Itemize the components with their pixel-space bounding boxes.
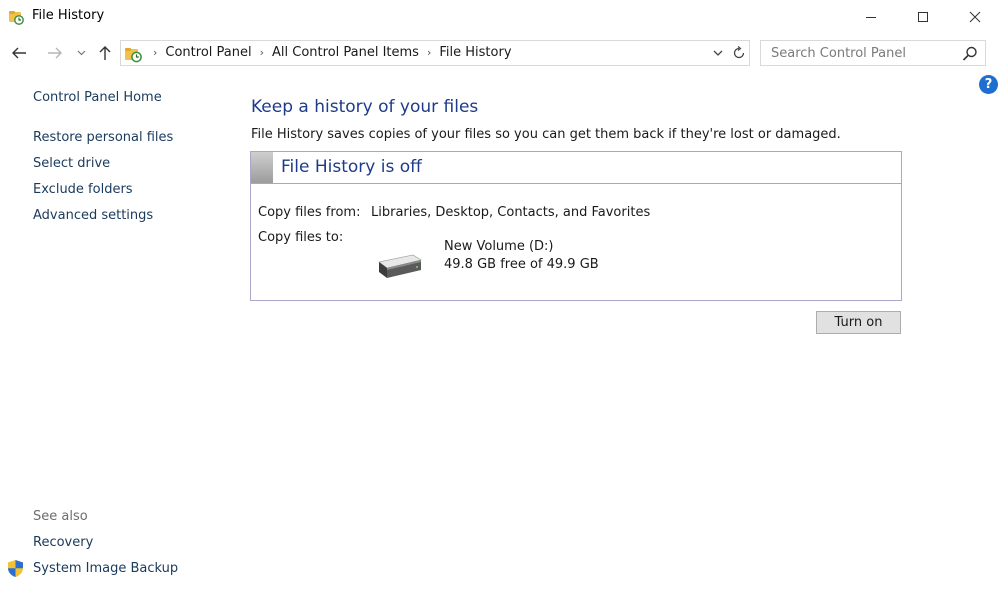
refresh-button[interactable] <box>730 44 748 62</box>
chevron-down-icon <box>77 50 85 56</box>
back-button[interactable] <box>8 42 30 64</box>
address-bar[interactable]: › Control Panel › All Control Panel Item… <box>120 40 750 66</box>
copy-from-value: Libraries, Desktop, Contacts, and Favori… <box>371 205 651 220</box>
see-also-link-system-image-backup[interactable]: System Image Backup <box>33 561 178 576</box>
maximize-icon <box>918 11 928 22</box>
sidebar-link-advanced-settings[interactable]: Advanced settings <box>33 208 153 223</box>
arrow-left-icon <box>12 47 26 59</box>
sidebar-link-exclude-folders[interactable]: Exclude folders <box>33 182 133 197</box>
chevron-down-icon <box>713 50 723 56</box>
up-button[interactable] <box>95 42 115 64</box>
refresh-icon <box>733 46 745 59</box>
minimize-icon <box>866 16 876 18</box>
drive-name: New Volume (D:) <box>444 239 554 254</box>
see-also-link-recovery[interactable]: Recovery <box>33 535 93 550</box>
arrow-right-icon <box>48 47 62 59</box>
maximize-button[interactable] <box>900 0 946 33</box>
forward-button[interactable] <box>44 42 66 64</box>
search-box[interactable] <box>760 40 986 66</box>
copy-to-label: Copy files to: <box>258 230 344 245</box>
status-title: File History is off <box>281 157 422 177</box>
search-input[interactable] <box>761 41 957 65</box>
see-also-heading: See also <box>33 509 88 524</box>
breadcrumb-separator[interactable]: › <box>427 46 431 59</box>
sidebar-link-restore-personal-files[interactable]: Restore personal files <box>33 130 173 145</box>
recent-locations-button[interactable] <box>74 42 88 64</box>
title-bar: File History <box>0 0 1000 33</box>
status-indicator <box>251 152 273 183</box>
search-icon[interactable] <box>961 45 979 63</box>
address-dropdown-button[interactable] <box>711 46 725 60</box>
breadcrumb-separator[interactable]: › <box>260 46 264 59</box>
breadcrumb-item-control-panel[interactable]: Control Panel <box>165 45 251 60</box>
page-description: File History saves copies of your files … <box>251 127 841 142</box>
window-title: File History <box>32 8 105 23</box>
file-history-icon <box>125 48 142 63</box>
drive-free-space: 49.8 GB free of 49.9 GB <box>444 257 599 272</box>
close-button[interactable] <box>952 0 998 33</box>
minimize-button[interactable] <box>848 0 894 33</box>
sidebar-link-control-panel-home[interactable]: Control Panel Home <box>33 90 162 105</box>
close-icon <box>969 11 981 22</box>
hard-drive-icon <box>378 254 422 278</box>
file-history-icon <box>9 11 24 25</box>
sidebar-link-select-drive[interactable]: Select drive <box>33 156 110 171</box>
arrow-up-icon <box>99 46 111 60</box>
status-header: File History is off <box>251 152 901 184</box>
navigation-bar: › Control Panel › All Control Panel Item… <box>0 40 1000 66</box>
file-history-status-panel: File History is off Copy files from: Lib… <box>250 151 902 301</box>
breadcrumb-item-all-control-panel-items[interactable]: All Control Panel Items <box>272 45 419 60</box>
breadcrumb: › Control Panel › All Control Panel Item… <box>145 45 512 60</box>
copy-from-label: Copy files from: <box>258 205 361 220</box>
help-icon[interactable]: ? <box>979 75 998 94</box>
breadcrumb-separator: › <box>153 46 158 59</box>
page-title: Keep a history of your files <box>251 97 479 117</box>
uac-shield-icon <box>8 560 23 577</box>
breadcrumb-item-file-history[interactable]: File History <box>439 45 511 60</box>
turn-on-button[interactable]: Turn on <box>816 311 901 334</box>
